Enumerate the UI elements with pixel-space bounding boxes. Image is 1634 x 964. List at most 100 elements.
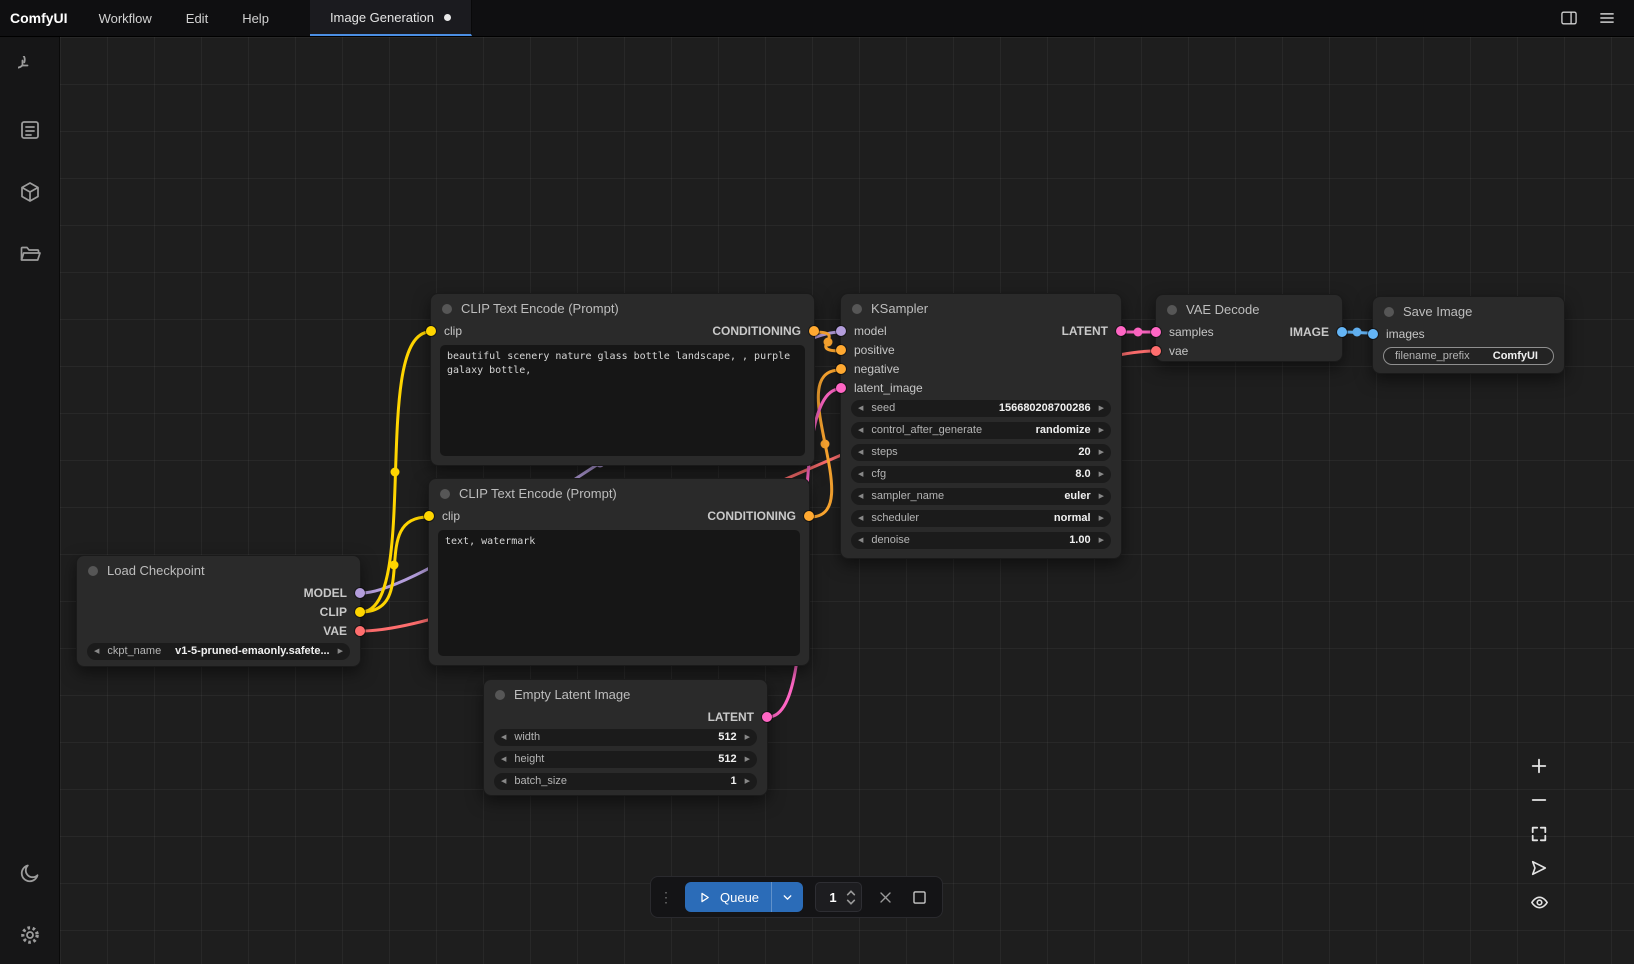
queue-button[interactable]: Queue bbox=[685, 882, 803, 912]
input-slot-vae[interactable] bbox=[1151, 346, 1161, 356]
input-slot-negative[interactable] bbox=[836, 364, 846, 374]
history-icon[interactable] bbox=[17, 55, 43, 81]
theme-moon-icon[interactable] bbox=[17, 860, 43, 886]
node-ksampler[interactable]: KSampler model LATENT positive negative … bbox=[840, 293, 1122, 559]
output-slot-vae[interactable] bbox=[355, 626, 365, 636]
node-save-image[interactable]: Save Image images filename_prefix ComfyU… bbox=[1372, 296, 1565, 374]
next-arrow-icon[interactable]: ▶ bbox=[1099, 515, 1104, 522]
collapse-dot[interactable] bbox=[1167, 305, 1177, 315]
widget-cfg[interactable]: ◀ cfg 8.0 ▶ bbox=[851, 466, 1111, 483]
workflows-folder-icon[interactable] bbox=[17, 241, 43, 267]
menu-workflow[interactable]: Workflow bbox=[82, 0, 169, 36]
widget-height[interactable]: ◀ height 512 ▶ bbox=[494, 751, 757, 768]
prompt-text-area[interactable]: beautiful scenery nature glass bottle la… bbox=[440, 345, 805, 456]
output-slot-conditioning[interactable] bbox=[809, 326, 819, 336]
stop-queue-icon[interactable] bbox=[908, 886, 930, 908]
prev-arrow-icon[interactable]: ◀ bbox=[858, 515, 863, 522]
node-empty-latent-image[interactable]: Empty Latent Image LATENT ◀ width 512 ▶ … bbox=[483, 679, 768, 796]
collapse-dot[interactable] bbox=[1384, 307, 1394, 317]
next-arrow-icon[interactable]: ▶ bbox=[745, 778, 750, 785]
next-arrow-icon[interactable]: ▶ bbox=[1099, 493, 1104, 500]
collapse-dot[interactable] bbox=[440, 489, 450, 499]
node-clip-text-encode-positive[interactable]: CLIP Text Encode (Prompt) clip CONDITION… bbox=[430, 293, 815, 466]
prev-arrow-icon[interactable]: ◀ bbox=[501, 734, 506, 741]
node-library-icon[interactable] bbox=[17, 117, 43, 143]
node-header[interactable]: Save Image bbox=[1373, 297, 1564, 324]
widget-sampler-name[interactable]: ◀ sampler_name euler ▶ bbox=[851, 488, 1111, 505]
node-header[interactable]: KSampler bbox=[841, 294, 1121, 321]
node-header[interactable]: VAE Decode bbox=[1156, 295, 1342, 322]
collapse-dot[interactable] bbox=[88, 566, 98, 576]
collapse-dot[interactable] bbox=[495, 690, 505, 700]
output-slot-latent[interactable] bbox=[1116, 326, 1126, 336]
output-slot-latent[interactable] bbox=[762, 712, 772, 722]
widget-batch-size[interactable]: ◀ batch_size 1 ▶ bbox=[494, 773, 757, 790]
output-slot-image[interactable] bbox=[1337, 327, 1347, 337]
widget-steps[interactable]: ◀ steps 20 ▶ bbox=[851, 444, 1111, 461]
stepper-down-icon[interactable] bbox=[846, 899, 856, 905]
next-arrow-icon[interactable]: ▶ bbox=[745, 756, 750, 763]
zoom-out-icon[interactable] bbox=[1529, 790, 1549, 810]
widget-width[interactable]: ◀ width 512 ▶ bbox=[494, 729, 757, 746]
clear-queue-icon[interactable] bbox=[874, 886, 896, 908]
zoom-in-icon[interactable] bbox=[1529, 756, 1549, 776]
prompt-text-area[interactable]: text, watermark bbox=[438, 530, 800, 656]
next-arrow-icon[interactable]: ▶ bbox=[338, 648, 343, 655]
node-clip-text-encode-negative[interactable]: CLIP Text Encode (Prompt) clip CONDITION… bbox=[428, 478, 810, 666]
drag-handle-icon[interactable]: ⋮ bbox=[659, 889, 673, 906]
prev-arrow-icon[interactable]: ◀ bbox=[501, 778, 506, 785]
tab-image-generation[interactable]: Image Generation bbox=[310, 0, 472, 36]
collapse-dot[interactable] bbox=[442, 304, 452, 314]
queue-button-main[interactable]: Queue bbox=[685, 882, 771, 912]
prev-arrow-icon[interactable]: ◀ bbox=[858, 493, 863, 500]
input-slot-positive[interactable] bbox=[836, 345, 846, 355]
next-arrow-icon[interactable]: ▶ bbox=[1099, 537, 1104, 544]
next-arrow-icon[interactable]: ▶ bbox=[1099, 449, 1104, 456]
prev-arrow-icon[interactable]: ◀ bbox=[94, 648, 99, 655]
widget-control-after-generate[interactable]: ◀ control_after_generate randomize ▶ bbox=[851, 422, 1111, 439]
toggle-visibility-eye-icon[interactable] bbox=[1529, 892, 1549, 912]
prev-arrow-icon[interactable]: ◀ bbox=[858, 405, 863, 412]
collapse-dot[interactable] bbox=[852, 304, 862, 314]
prev-arrow-icon[interactable]: ◀ bbox=[501, 756, 506, 763]
next-arrow-icon[interactable]: ▶ bbox=[1099, 471, 1104, 478]
fit-view-icon[interactable] bbox=[1529, 824, 1549, 844]
node-header[interactable]: CLIP Text Encode (Prompt) bbox=[429, 479, 809, 506]
batch-count-input[interactable]: 1 bbox=[815, 882, 862, 912]
stepper-up-icon[interactable] bbox=[846, 890, 856, 896]
output-slot-model[interactable] bbox=[355, 588, 365, 598]
node-graph-canvas[interactable]: Load Checkpoint MODEL CLIP VAE ◀ ckpt_na… bbox=[60, 37, 1634, 964]
input-slot-model[interactable] bbox=[836, 326, 846, 336]
select-mode-icon[interactable] bbox=[1529, 858, 1549, 878]
next-arrow-icon[interactable]: ▶ bbox=[1099, 405, 1104, 412]
widget-scheduler[interactable]: ◀ scheduler normal ▶ bbox=[851, 510, 1111, 527]
widget-denoise[interactable]: ◀ denoise 1.00 ▶ bbox=[851, 532, 1111, 549]
settings-gear-icon[interactable] bbox=[17, 922, 43, 948]
prev-arrow-icon[interactable]: ◀ bbox=[858, 449, 863, 456]
output-slot-conditioning[interactable] bbox=[804, 511, 814, 521]
input-slot-clip[interactable] bbox=[426, 326, 436, 336]
node-header[interactable]: CLIP Text Encode (Prompt) bbox=[431, 294, 814, 321]
input-slot-clip[interactable] bbox=[424, 511, 434, 521]
next-arrow-icon[interactable]: ▶ bbox=[1099, 427, 1104, 434]
toggle-panel-icon[interactable] bbox=[1554, 4, 1584, 32]
prev-arrow-icon[interactable]: ◀ bbox=[858, 427, 863, 434]
hamburger-menu-icon[interactable] bbox=[1592, 4, 1622, 32]
prev-arrow-icon[interactable]: ◀ bbox=[858, 537, 863, 544]
menu-edit[interactable]: Edit bbox=[169, 0, 225, 36]
node-header[interactable]: Load Checkpoint bbox=[77, 556, 360, 583]
input-slot-images[interactable] bbox=[1368, 329, 1378, 339]
output-slot-clip[interactable] bbox=[355, 607, 365, 617]
node-load-checkpoint[interactable]: Load Checkpoint MODEL CLIP VAE ◀ ckpt_na… bbox=[76, 555, 361, 667]
node-vae-decode[interactable]: VAE Decode samples IMAGE vae bbox=[1155, 294, 1343, 362]
model-library-icon[interactable] bbox=[17, 179, 43, 205]
input-slot-latent-image[interactable] bbox=[836, 383, 846, 393]
widget-ckpt-name[interactable]: ◀ ckpt_name v1-5-pruned-emaonly.safete..… bbox=[87, 643, 350, 660]
next-arrow-icon[interactable]: ▶ bbox=[745, 734, 750, 741]
widget-filename-prefix[interactable]: filename_prefix ComfyUI bbox=[1383, 347, 1554, 365]
menu-help[interactable]: Help bbox=[225, 0, 286, 36]
queue-options-caret[interactable] bbox=[771, 882, 803, 912]
widget-seed[interactable]: ◀ seed 156680208700286 ▶ bbox=[851, 400, 1111, 417]
input-slot-samples[interactable] bbox=[1151, 327, 1161, 337]
node-header[interactable]: Empty Latent Image bbox=[484, 680, 767, 707]
